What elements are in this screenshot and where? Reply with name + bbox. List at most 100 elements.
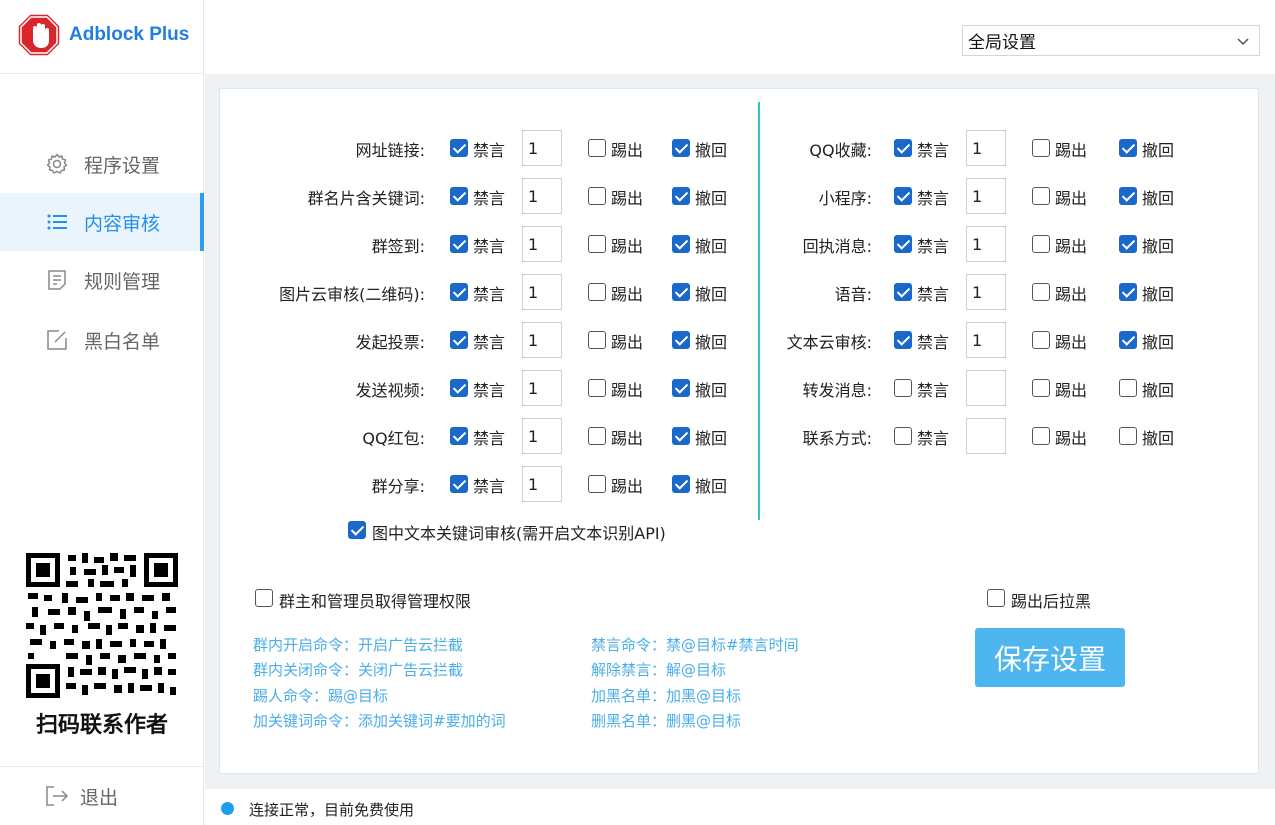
mute-label: 禁言: [917, 285, 950, 304]
mute-checkbox[interactable]: [450, 235, 468, 253]
list-icon: [44, 209, 70, 235]
kick-checkbox[interactable]: [588, 139, 606, 157]
command-hint: 加黑名单：加黑@目标: [591, 687, 742, 705]
mute-duration-input[interactable]: 1: [966, 130, 1006, 166]
mute-duration-input[interactable]: 1: [522, 418, 562, 454]
mute-label: 禁言: [473, 141, 506, 160]
mute-checkbox[interactable]: [894, 139, 912, 157]
mute-duration-input[interactable]: 1: [522, 226, 562, 262]
mute-label: 禁言: [917, 429, 950, 448]
sidebar-item-program-settings[interactable]: 程序设置: [0, 135, 204, 193]
mute-checkbox[interactable]: [450, 139, 468, 157]
mute-duration-input[interactable]: 1: [966, 274, 1006, 310]
recall-label: 撤回: [695, 333, 728, 352]
ocr-keyword-checkbox[interactable]: [348, 521, 366, 539]
mute-checkbox[interactable]: [450, 283, 468, 301]
app-name: Adblock Plus: [69, 24, 190, 45]
kick-label: 踢出: [1055, 237, 1088, 256]
recall-checkbox[interactable]: [1119, 139, 1137, 157]
qr-caption: 扫码联系作者: [35, 713, 168, 738]
recall-checkbox[interactable]: [672, 427, 690, 445]
kick-checkbox[interactable]: [1032, 379, 1050, 397]
recall-label: 撤回: [1142, 333, 1175, 352]
kick-checkbox[interactable]: [1032, 235, 1050, 253]
mute-duration-input[interactable]: 1: [966, 226, 1006, 262]
command-hint: 踢人命令：踢@目标: [253, 687, 389, 705]
recall-checkbox[interactable]: [672, 475, 690, 493]
mute-label: 禁言: [473, 237, 506, 256]
mute-checkbox[interactable]: [894, 331, 912, 349]
rule-label: QQ红包:: [362, 429, 425, 448]
sidebar-item-content-review[interactable]: 内容审核: [0, 193, 204, 251]
kick-checkbox[interactable]: [1032, 283, 1050, 301]
rule-label: 发起投票:: [355, 333, 425, 352]
gear-icon: [44, 151, 70, 177]
recall-checkbox[interactable]: [1119, 187, 1137, 205]
kick-checkbox[interactable]: [588, 331, 606, 349]
recall-label: 撤回: [1142, 141, 1175, 160]
kick-checkbox[interactable]: [1032, 427, 1050, 445]
recall-checkbox[interactable]: [672, 283, 690, 301]
mute-checkbox[interactable]: [450, 427, 468, 445]
recall-checkbox[interactable]: [1119, 283, 1137, 301]
mute-duration-input[interactable]: 1: [522, 370, 562, 406]
mute-duration-input[interactable]: [966, 370, 1006, 406]
mute-label: 禁言: [473, 333, 506, 352]
kick-label: 踢出: [611, 189, 644, 208]
save-settings-button[interactable]: 保存设置: [975, 628, 1125, 687]
rule-label: 群分享:: [371, 477, 425, 496]
recall-checkbox[interactable]: [672, 139, 690, 157]
kick-label: 踢出: [611, 381, 644, 400]
kick-checkbox[interactable]: [588, 379, 606, 397]
recall-checkbox[interactable]: [672, 187, 690, 205]
mute-duration-input[interactable]: 1: [966, 322, 1006, 358]
kick-checkbox[interactable]: [588, 427, 606, 445]
mute-duration-input[interactable]: 1: [522, 322, 562, 358]
recall-label: 撤回: [1142, 285, 1175, 304]
recall-checkbox[interactable]: [672, 379, 690, 397]
recall-checkbox[interactable]: [1119, 379, 1137, 397]
rule-label: 发送视频:: [355, 381, 425, 400]
mute-checkbox[interactable]: [894, 283, 912, 301]
mute-checkbox[interactable]: [450, 379, 468, 397]
recall-label: 撤回: [1142, 381, 1175, 400]
recall-checkbox[interactable]: [672, 235, 690, 253]
mute-checkbox[interactable]: [894, 187, 912, 205]
kick-checkbox[interactable]: [588, 475, 606, 493]
mute-checkbox[interactable]: [450, 331, 468, 349]
mute-duration-input[interactable]: 1: [522, 130, 562, 166]
mute-duration-input[interactable]: 1: [966, 178, 1006, 214]
kick-checkbox[interactable]: [1032, 187, 1050, 205]
recall-checkbox[interactable]: [672, 331, 690, 349]
mute-duration-input[interactable]: 1: [522, 466, 562, 502]
kick-checkbox[interactable]: [588, 235, 606, 253]
column-divider: [758, 102, 760, 520]
kick-checkbox[interactable]: [588, 283, 606, 301]
mute-duration-input[interactable]: 1: [522, 274, 562, 310]
logout-icon: [44, 784, 70, 808]
kick-checkbox[interactable]: [1032, 139, 1050, 157]
mute-checkbox[interactable]: [450, 187, 468, 205]
kick-checkbox[interactable]: [1032, 331, 1050, 349]
sidebar-item-black-white-list[interactable]: 黑白名单: [0, 311, 204, 369]
sidebar-item-rule-management[interactable]: 规则管理: [0, 251, 204, 309]
scope-select-value: 全局设置: [968, 33, 1036, 53]
admin-rights-checkbox[interactable]: [255, 589, 273, 607]
recall-checkbox[interactable]: [1119, 427, 1137, 445]
blacklist-after-kick-checkbox[interactable]: [987, 589, 1005, 607]
mute-checkbox[interactable]: [894, 235, 912, 253]
command-hint: 删黑名单：删黑@目标: [591, 712, 742, 730]
mute-duration-input[interactable]: [966, 418, 1006, 454]
mute-checkbox[interactable]: [894, 427, 912, 445]
mute-duration-input[interactable]: 1: [522, 178, 562, 214]
mute-checkbox[interactable]: [894, 379, 912, 397]
mute-checkbox[interactable]: [450, 475, 468, 493]
kick-checkbox[interactable]: [588, 187, 606, 205]
recall-checkbox[interactable]: [1119, 235, 1137, 253]
recall-checkbox[interactable]: [1119, 331, 1137, 349]
scope-select[interactable]: 全局设置: [962, 25, 1260, 56]
logout-label: 退出: [80, 786, 119, 809]
kick-label: 踢出: [1055, 141, 1088, 160]
logout-button[interactable]: 退出: [0, 766, 204, 825]
mute-label: 禁言: [917, 141, 950, 160]
